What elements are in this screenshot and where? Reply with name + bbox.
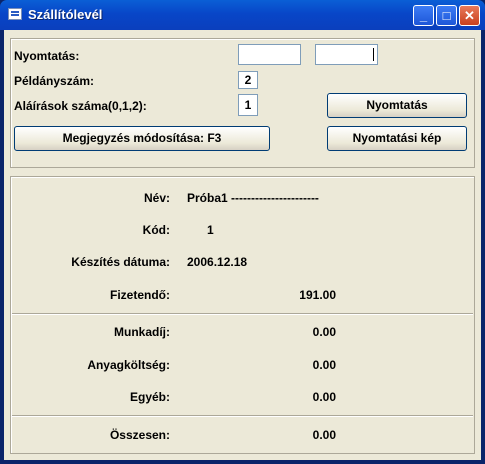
created-value: 2006.12.18 — [187, 255, 248, 269]
code-value: 1 — [207, 223, 214, 237]
payable-value: 191.00 — [299, 288, 336, 302]
print-from-input[interactable] — [238, 44, 301, 65]
copies-input[interactable]: 2 — [238, 71, 258, 89]
code-label: Kód: — [142, 223, 170, 237]
payable-label: Fizetendő: — [110, 288, 170, 302]
material-value: 0.00 — [312, 358, 336, 372]
other-label: Egyéb: — [129, 390, 170, 404]
copies-label: Példányszám: — [14, 74, 95, 88]
name-value: Próba1 ---------------------- — [187, 191, 319, 205]
close-button[interactable]: ✕ — [459, 5, 480, 26]
name-label: Név: — [143, 191, 170, 205]
created-label: Készítés dátuma: — [71, 255, 170, 269]
divider — [12, 313, 473, 315]
edit-note-button[interactable]: Megjegyzés módosítása: F3 — [14, 126, 270, 151]
window-title: Szállítólevél — [28, 7, 103, 22]
labor-label: Munkadíj: — [114, 325, 170, 339]
labor-value: 0.00 — [312, 325, 336, 339]
window-app-icon — [8, 8, 22, 20]
print-preview-button[interactable]: Nyomtatási kép — [327, 126, 467, 151]
window: Szállítólevél _ □ ✕ Nyomtatás: Példánysz… — [0, 0, 485, 464]
divider — [12, 415, 473, 417]
other-value: 0.00 — [312, 390, 336, 404]
signatures-label: Aláírások száma(0,1,2): — [14, 99, 147, 113]
maximize-button[interactable]: □ — [436, 5, 457, 26]
title-bar[interactable]: Szállítólevél _ □ ✕ — [0, 0, 485, 30]
details-panel — [10, 176, 475, 454]
material-label: Anyagköltség: — [87, 358, 170, 372]
print-button[interactable]: Nyomtatás — [327, 93, 467, 118]
total-label: Összesen: — [109, 428, 170, 442]
print-to-input[interactable] — [315, 44, 378, 65]
print-label: Nyomtatás: — [14, 49, 80, 63]
signatures-input[interactable]: 1 — [238, 94, 258, 116]
text-cursor — [373, 48, 374, 61]
total-value: 0.00 — [312, 428, 336, 442]
window-client: Nyomtatás: Példányszám: 2 Aláírások szám… — [4, 30, 481, 460]
minimize-button[interactable]: _ — [413, 5, 434, 26]
